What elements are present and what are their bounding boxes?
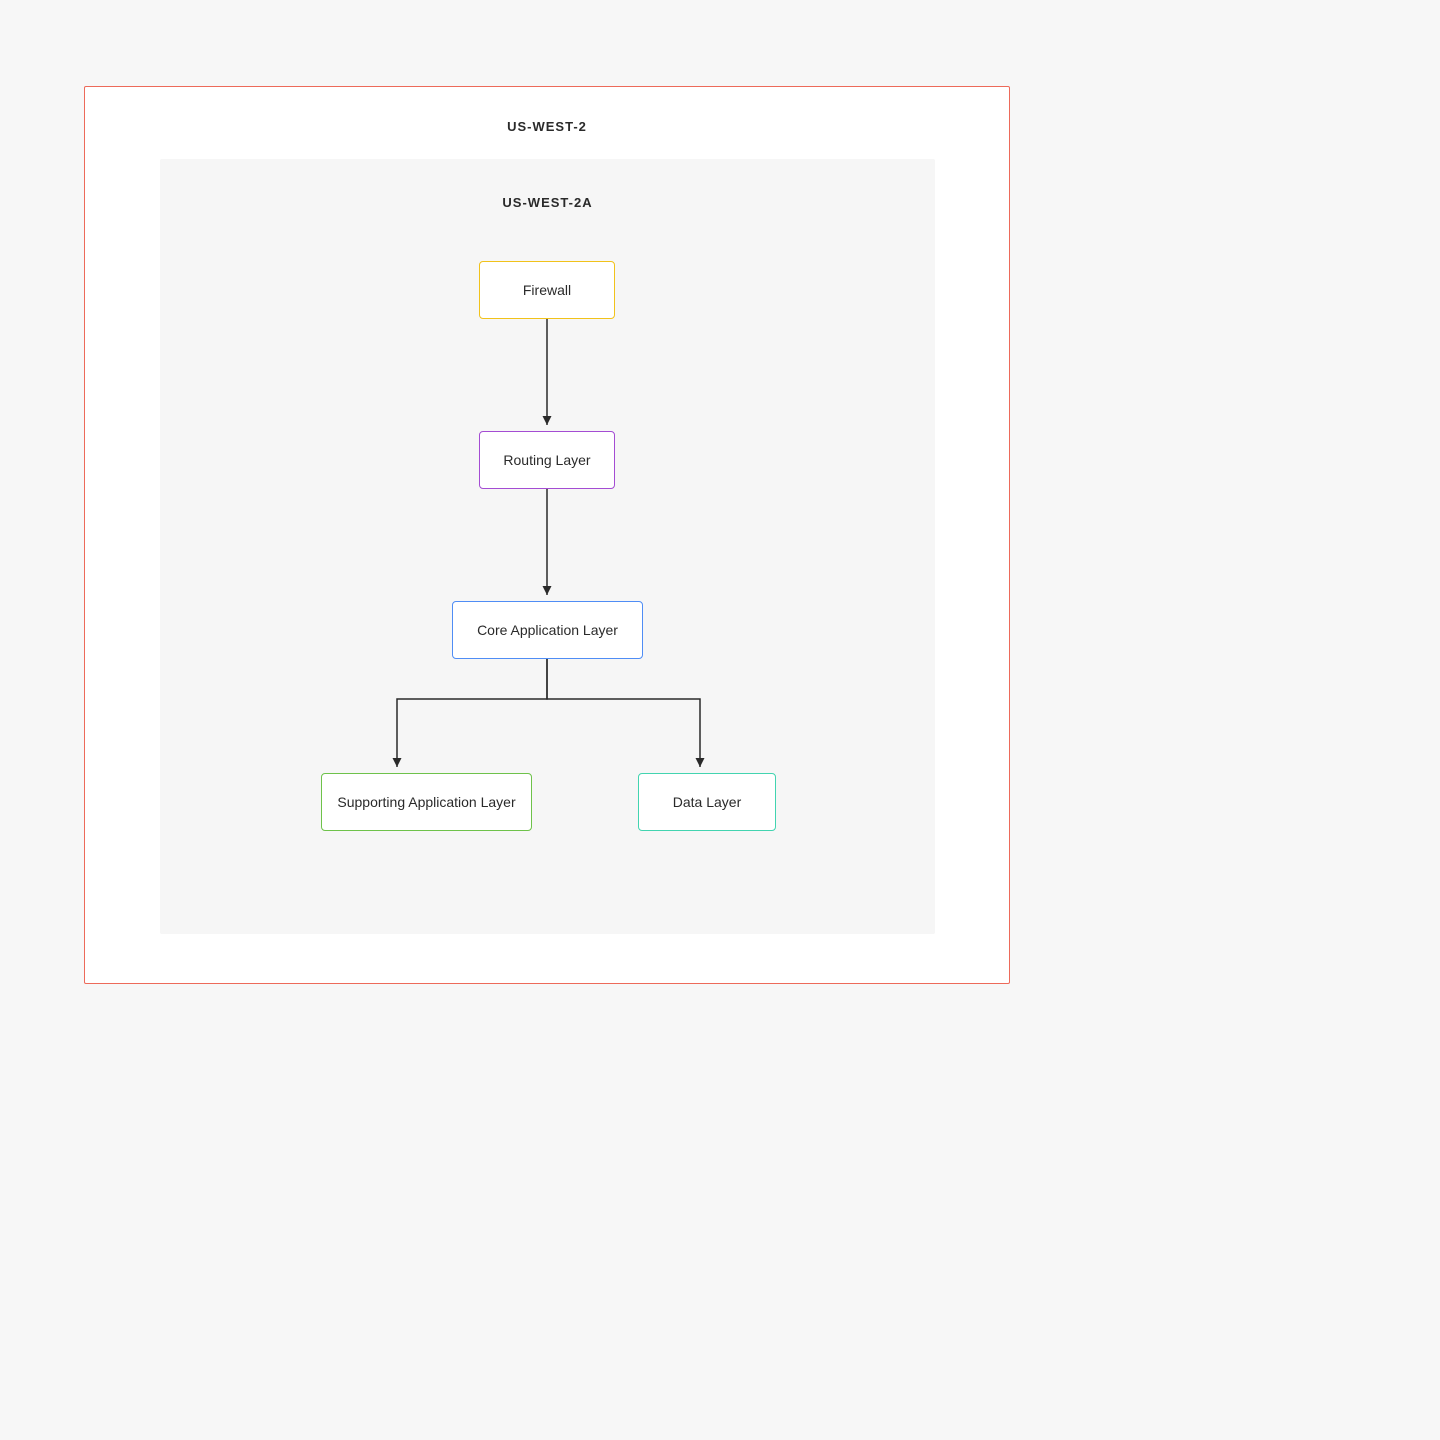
- availability-zone-title: US-WEST-2A: [160, 195, 935, 210]
- region-title: US-WEST-2: [85, 119, 1009, 134]
- node-firewall-label: Firewall: [523, 282, 571, 298]
- node-data-label: Data Layer: [673, 794, 741, 810]
- node-firewall: Firewall: [479, 261, 615, 319]
- node-supporting: Supporting Application Layer: [321, 773, 532, 831]
- node-routing: Routing Layer: [479, 431, 615, 489]
- node-data: Data Layer: [638, 773, 776, 831]
- region-container: US-WEST-2 US-WEST-2A Firewall Routing La…: [84, 86, 1010, 984]
- node-supporting-label: Supporting Application Layer: [337, 794, 515, 810]
- node-routing-label: Routing Layer: [503, 452, 590, 468]
- node-core-label: Core Application Layer: [477, 622, 618, 638]
- availability-zone-container: US-WEST-2A Firewall Routing Layer Core A…: [160, 159, 935, 934]
- node-core: Core Application Layer: [452, 601, 643, 659]
